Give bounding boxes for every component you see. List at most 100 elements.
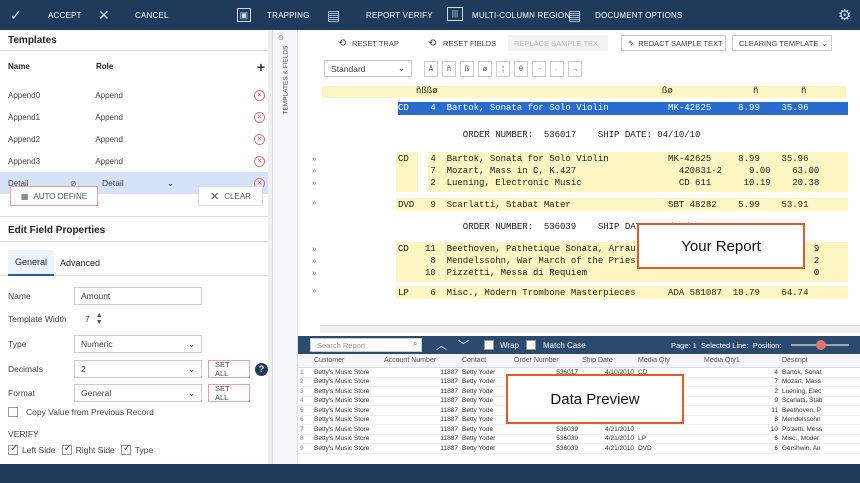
redact-label: REDACT SAMPLE TEXT <box>638 38 723 48</box>
report-verify-icon[interactable]: ▤ <box>327 7 340 24</box>
search-icon[interactable]: ⌕ <box>413 339 417 349</box>
decimals-set-all-button[interactable]: SET ALL <box>208 360 250 378</box>
col-description[interactable]: Descript <box>780 357 840 364</box>
delete-icon[interactable]: ✕ <box>254 133 265 145</box>
report-line[interactable]: 10 Pizzetti, Messa di Requiem 0 <box>398 268 819 278</box>
template-row[interactable]: Append3 Append ✕ <box>0 150 272 172</box>
template-row[interactable]: Append2 Append ✕ <box>0 128 272 150</box>
expand-marker[interactable]: » <box>312 288 316 296</box>
cancel-label[interactable]: CANCEL <box>135 0 169 30</box>
slider-thumb[interactable] <box>816 340 826 350</box>
col-customer[interactable]: Customer <box>312 357 382 364</box>
trapping-icon[interactable]: ▣ <box>237 0 251 30</box>
template-row[interactable]: Append0 Append ✕ <box>0 84 272 106</box>
char-a-button[interactable]: Ā <box>424 61 438 77</box>
add-template-icon[interactable]: + <box>257 60 265 74</box>
divider <box>0 241 272 242</box>
search-input[interactable]: Search Report <box>310 338 422 352</box>
wrap-checkbox[interactable] <box>484 340 494 350</box>
char-o-button[interactable]: ø <box>478 61 492 77</box>
char-theta-button[interactable]: θ <box>514 61 528 77</box>
report-line[interactable]: CD 4 Bartok, Sonata for Solo Violin MK-4… <box>398 154 808 164</box>
width-stepper[interactable]: ▲ ▼ <box>96 312 103 326</box>
document-icon[interactable]: ▤ <box>568 7 581 24</box>
template-row[interactable]: Append1 Append ✕ <box>0 106 272 128</box>
name-input[interactable]: Amount <box>74 287 202 305</box>
type-select[interactable]: Numeric ⌄ <box>74 335 202 353</box>
replace-sample-button[interactable]: REPLACE SAMPLE TEX <box>508 35 608 51</box>
reset-fields-button[interactable]: RESET FIELDS <box>443 39 496 48</box>
format-select[interactable]: General ⌄ <box>74 384 202 402</box>
report-line[interactable]: 2 Luening, Electronic Music CD 611 10.19… <box>398 178 819 188</box>
reset-trap-button[interactable]: RESET TRAP <box>352 39 399 48</box>
report-line[interactable]: LP 6 Misc., Modern Trombone Masterpieces… <box>398 288 808 298</box>
header-col: ñ <box>753 86 759 96</box>
cancel-button[interactable]: ✕ <box>98 0 110 30</box>
grid-cell: Betty's Music Store <box>314 425 370 433</box>
delete-icon[interactable]: ✕ <box>254 111 265 123</box>
report-verify-button[interactable]: REPORT VERIFY <box>366 0 433 30</box>
grid-cell: Gershwin, An <box>782 444 821 452</box>
accept-button[interactable]: ✓ <box>10 0 22 30</box>
expand-markers[interactable]: »»» <box>312 154 316 190</box>
grid-cell: Betty's Music Store <box>314 397 370 405</box>
char-pipe-button[interactable]: ¦ <box>496 61 510 77</box>
report-line[interactable]: ORDER NUMBER: 536017 SHIP DATE: 04/10/10 <box>398 130 701 140</box>
delete-icon[interactable]: ✕ <box>254 155 265 167</box>
standard-select[interactable]: Standard ⌄ <box>324 60 412 77</box>
copy-value-checkbox[interactable] <box>8 407 18 417</box>
char-not-button[interactable]: ¬ <box>532 61 546 77</box>
auto-define-button[interactable]: ▦ AUTO DEFINE <box>10 186 98 206</box>
tab-advanced[interactable]: Advanced <box>60 250 100 276</box>
delete-icon[interactable]: ✕ <box>254 89 265 101</box>
redact-sample-button[interactable]: ✎ REDACT SAMPLE TEXT <box>621 35 726 51</box>
grid-cell: Betty Yode <box>462 416 494 424</box>
report-hscrollbar[interactable] <box>320 325 860 333</box>
type-checkbox[interactable] <box>120 443 131 455</box>
template-name: Append3 <box>8 156 41 166</box>
col-media-qty[interactable]: Media Qty <box>636 357 702 364</box>
document-options-button[interactable]: DOCUMENT OPTIONS <box>595 0 683 30</box>
decimals-select[interactable]: 2 ⌄ <box>74 360 202 378</box>
format-set-all-button[interactable]: SET ALL <box>208 384 250 402</box>
match-case-checkbox[interactable] <box>526 340 536 350</box>
trapping-label[interactable]: TRAPPING <box>267 0 310 30</box>
templates-list: Append0 Append ✕ Append1 Append ✕ Append… <box>0 84 272 194</box>
accept-label[interactable]: ACCEPT <box>48 0 82 30</box>
grid-cell: Betty's Music Store <box>314 378 370 386</box>
char-n-button[interactable]: ñ <box>442 61 456 77</box>
tab-general[interactable]: General <box>8 250 54 276</box>
role-select[interactable]: Detail ⌄ <box>96 175 180 191</box>
clearing-template-select[interactable]: CLEARING TEMPLATE ⌄ <box>732 35 832 51</box>
col-order-number[interactable]: Order Number <box>512 357 580 364</box>
arrow-right-button[interactable]: → <box>568 61 582 77</box>
template-name: Append2 <box>8 134 41 144</box>
arrow-left-button[interactable]: ← <box>550 61 564 77</box>
left-side-checkbox[interactable] <box>8 443 18 455</box>
clear-button[interactable]: ✕ CLEAR <box>198 186 263 206</box>
grid-row[interactable]: 7 Betty's Music Store 11887 Betty Yode 53603… <box>298 425 860 435</box>
report-line[interactable]: CD 4 Bartok, Sonata for Solo Violin MK-4… <box>398 103 808 113</box>
grid-row[interactable]: 8 Betty's Music Store 11887 Betty Yoder 5360… <box>298 435 860 444</box>
col-ship-date[interactable]: Ship Date <box>580 357 636 364</box>
settings-gear-icon[interactable]: ⚙ <box>838 6 851 24</box>
report-line[interactable]: DVD 9 Scarlatti, Stabat Mater SBT 48282 … <box>398 200 808 210</box>
report-line[interactable]: 7 Mozart, Mass in C, K.427 420831-2 9.00… <box>398 166 819 176</box>
right-side-checkbox[interactable] <box>61 443 72 455</box>
col-account-number[interactable]: Account Number <box>382 357 460 364</box>
col-media-qty1[interactable]: Media Qty1 <box>702 357 780 364</box>
char-b-button[interactable]: ß <box>460 61 474 77</box>
templates-fields-tab[interactable]: TEMPLATES & FIELDS <box>283 45 290 115</box>
help-icon[interactable]: ? <box>255 362 268 376</box>
page-status: Page: 1 Selected Line: Position: <box>671 340 782 350</box>
expand-marker[interactable]: » <box>312 200 316 208</box>
col-contact[interactable]: Contact <box>460 357 512 364</box>
grid-cell: 11887 <box>440 425 458 433</box>
grid-row[interactable]: 9 Betty's Music Store 11887 Betty Yoder 5360… <box>298 444 860 454</box>
chevron-up-icon[interactable]: ︿ <box>436 337 447 353</box>
expand-markers[interactable]: »»» <box>312 244 316 280</box>
multi-column-button[interactable]: MULTI-COLUMN REGION <box>472 0 570 30</box>
collapse-icon[interactable]: ⊙ <box>278 34 284 42</box>
columns-icon[interactable]: ||| <box>447 7 463 21</box>
chevron-down-icon[interactable]: ﹀ <box>458 337 469 353</box>
